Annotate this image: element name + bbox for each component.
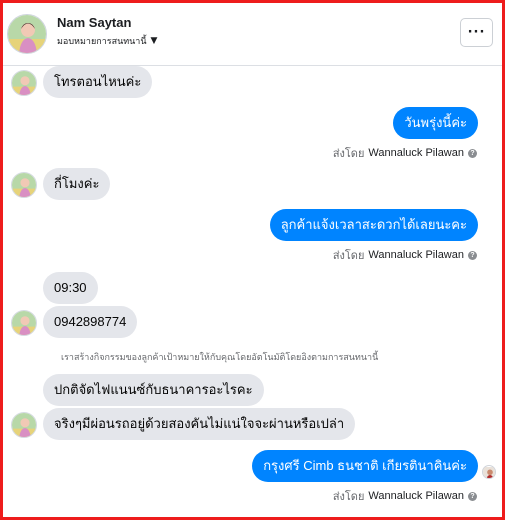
incoming-message: กี่โมงค่ะ: [43, 168, 111, 200]
contact-name[interactable]: Nam Saytan: [57, 15, 131, 30]
sent-by-line: ส่งโดย Wannaluck Pilawan ?: [333, 487, 477, 505]
lead-activity-note: เราสร้างกิจกรรมของลูกค้าเป้าหมายให้กับคุ…: [61, 353, 379, 363]
incoming-message: 0942898774: [43, 306, 138, 338]
outgoing-message: วันพรุ่งนี้ค่ะ: [393, 107, 478, 139]
contact-avatar-small: [11, 412, 37, 438]
contact-avatar-small: [11, 70, 37, 96]
outgoing-message: ลูกค้าแจ้งเวลาสะดวกได้เลยนะคะ: [269, 209, 478, 241]
incoming-message: 09:30: [43, 272, 98, 304]
info-icon[interactable]: ?: [468, 250, 477, 260]
info-icon[interactable]: ?: [468, 491, 477, 501]
incoming-message: ปกติจัดไฟแนนซ์กับธนาคารอะไรคะ: [43, 374, 264, 406]
assign-label: มอบหมายการสนทนานี้: [57, 37, 147, 47]
outgoing-message: กรุงศรี Cimb ธนชาติ เกียรตินาคินค่ะ: [252, 450, 478, 482]
sent-by-agent: Wannaluck Pilawan: [368, 249, 464, 261]
message-thread: โทรตอนไหนค่ะ วันพรุ่งนี้ค่ะ ส่งโดย Wanna…: [3, 66, 502, 517]
sent-by-prefix: ส่งโดย: [332, 250, 365, 262]
conversation-header: Nam Saytan มอบหมายการสนทนานี้ ▼ ···: [3, 3, 502, 66]
incoming-message: โทรตอนไหนค่ะ: [43, 66, 153, 98]
sent-by-prefix: ส่งโดย: [332, 491, 365, 503]
seen-avatar: [482, 465, 496, 479]
contact-avatar-small: [11, 310, 37, 336]
contact-avatar-small: [11, 172, 37, 198]
sent-by-agent: Wannaluck Pilawan: [368, 147, 464, 159]
incoming-message: จริงๆมีผ่อนรถอยู่ด้วยสองคันไม่แน่ใจจะผ่า…: [43, 408, 356, 440]
contact-avatar[interactable]: [7, 14, 47, 54]
sent-by-prefix: ส่งโดย: [332, 148, 365, 160]
sent-by-line: ส่งโดย Wannaluck Pilawan ?: [333, 144, 477, 162]
sent-by-line: ส่งโดย Wannaluck Pilawan ?: [333, 246, 477, 264]
info-icon[interactable]: ?: [468, 148, 477, 158]
assign-conversation-dropdown[interactable]: มอบหมายการสนทนานี้ ▼: [57, 34, 157, 48]
caret-down-icon: ▼: [150, 36, 158, 46]
sent-by-agent: Wannaluck Pilawan: [368, 490, 464, 502]
screenshot-frame: Nam Saytan มอบหมายการสนทนานี้ ▼ ··· โทรต…: [0, 0, 505, 520]
more-options-button[interactable]: ···: [460, 18, 493, 47]
